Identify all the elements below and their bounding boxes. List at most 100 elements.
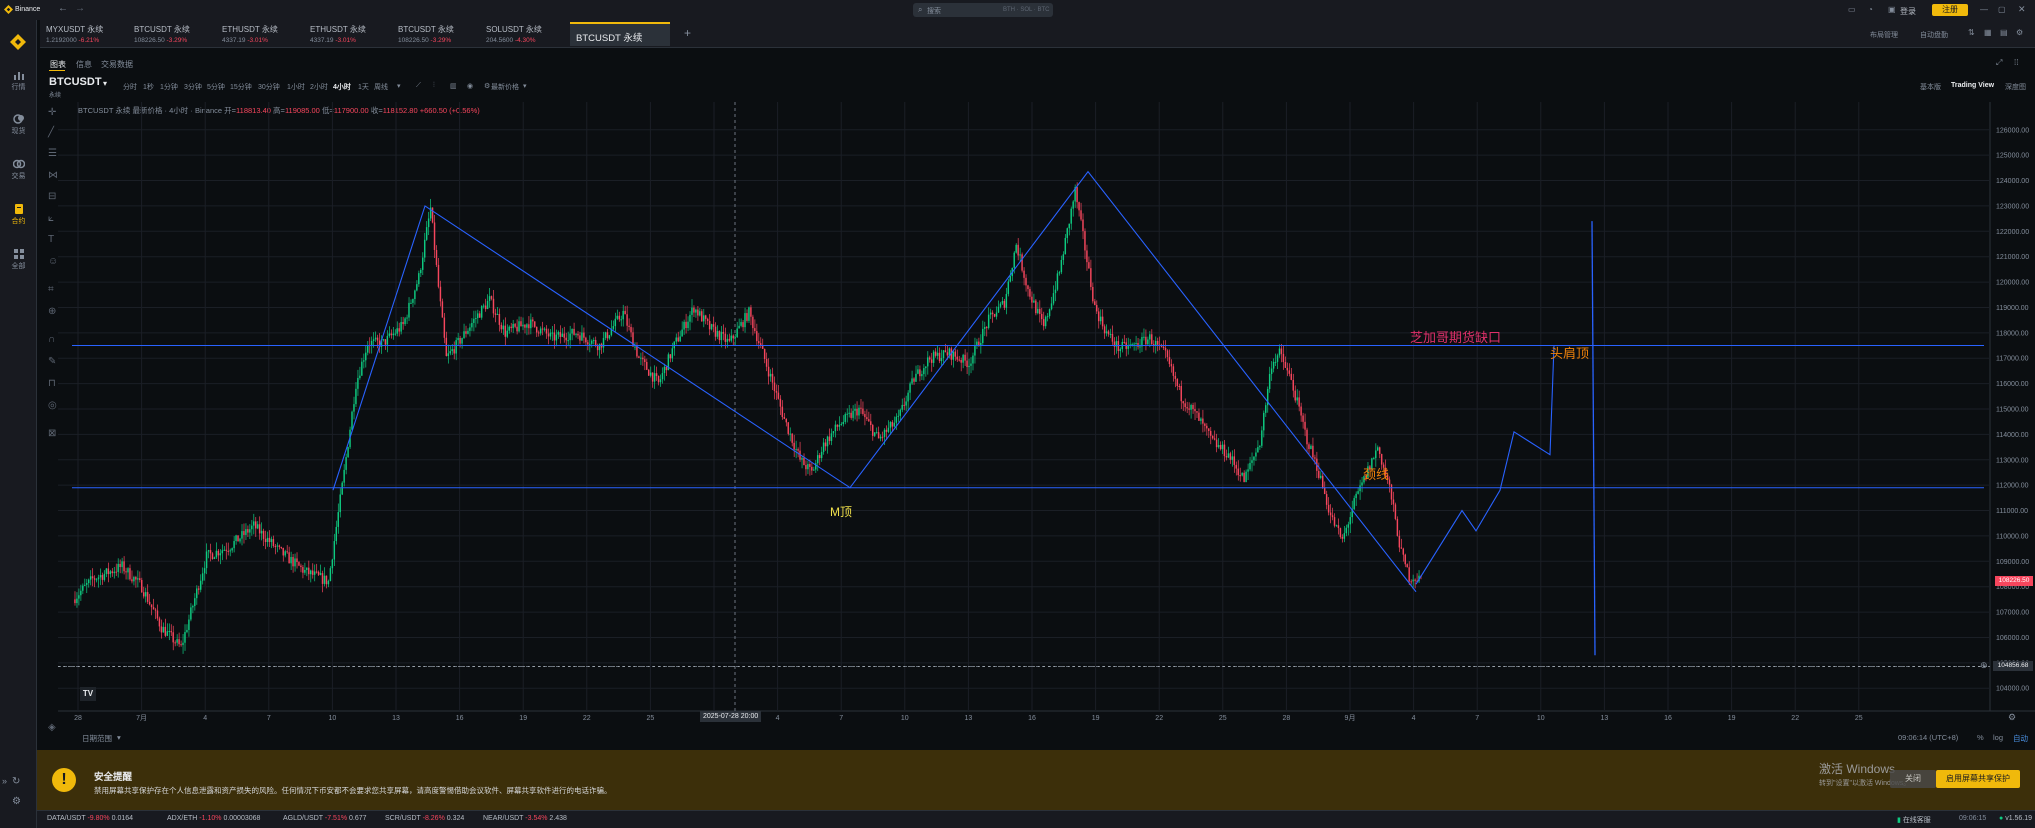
y-tick-label: 123000.00	[1996, 203, 2029, 210]
candle-body	[1219, 444, 1222, 450]
annotation-m-top[interactable]: M顶	[830, 503, 852, 520]
candle-body	[251, 525, 253, 530]
banner-close-button[interactable]: 关闭	[1890, 770, 1936, 788]
candle-body	[917, 369, 919, 374]
candle-body	[606, 332, 609, 339]
ticker-price: 0.324	[446, 815, 465, 822]
candle-body	[1221, 444, 1224, 450]
annotation-head-shoulders[interactable]: 头肩顶	[1550, 343, 1589, 362]
date-range-chevron-icon[interactable]: ▾	[117, 733, 121, 742]
candle-body	[748, 307, 750, 321]
y-tick-label: 117000.00	[1996, 356, 2029, 363]
candle-body	[1168, 357, 1171, 365]
candle-body	[1072, 201, 1074, 209]
candle-body	[1107, 331, 1110, 335]
candle-body	[765, 358, 768, 367]
enable-protection-button[interactable]: 启用屏幕共享保护	[1936, 770, 2020, 788]
x-tick-label: 16	[1028, 715, 1036, 722]
candle-body	[418, 273, 420, 285]
ticker-item[interactable]: ADX/ETH -1.10% 0.00003068	[167, 815, 260, 822]
auto-toggle[interactable]: 自动	[2013, 733, 2028, 744]
candle-body	[1377, 447, 1379, 451]
candle-body	[408, 302, 410, 318]
x-tick-label: 28	[1283, 715, 1291, 722]
candle-body	[805, 465, 807, 470]
add-alert-icon[interactable]: ⊕	[1980, 660, 1988, 671]
candle-body	[614, 318, 617, 327]
settings-icon[interactable]: ⚙	[12, 796, 21, 807]
candle-body	[463, 331, 465, 339]
candle-body	[196, 588, 198, 599]
candle-body	[266, 537, 269, 543]
date-range-button[interactable]: 日期范围	[82, 733, 112, 744]
candle-body	[818, 455, 821, 459]
candle-body	[439, 286, 442, 302]
candle-body	[482, 305, 485, 307]
candle-body	[828, 436, 831, 441]
percent-toggle[interactable]: %	[1977, 733, 1984, 742]
candle-body	[661, 373, 664, 380]
ticker-pair: ADX/ETH	[167, 815, 198, 822]
candle-body	[190, 607, 192, 620]
candle-body	[1196, 411, 1198, 413]
ticker-item[interactable]: AGLD/USDT -7.51% 0.677	[283, 815, 367, 822]
candle-body	[1208, 428, 1210, 431]
refresh-icon[interactable]: ↻	[12, 776, 20, 787]
candle-body	[197, 588, 200, 590]
candle-body	[1249, 462, 1251, 470]
candle-body	[1194, 409, 1196, 412]
candle-body	[484, 305, 487, 310]
expand-icon[interactable]: »	[2, 776, 7, 786]
candle-body	[313, 571, 316, 575]
candle-body	[807, 464, 809, 470]
x-tick-label: 16	[1664, 715, 1672, 722]
candle-body	[795, 449, 797, 451]
candle-body	[927, 357, 929, 367]
ticker-item[interactable]: NEAR/USDT -3.54% 2.438	[483, 815, 567, 822]
candle-body	[1076, 187, 1078, 203]
candle-body	[229, 550, 231, 552]
candle-body	[583, 332, 585, 338]
candle-body	[225, 549, 227, 551]
candle-body	[455, 340, 457, 354]
candle-body	[304, 569, 306, 573]
candle-body	[1078, 202, 1080, 211]
candle-body	[976, 341, 978, 346]
candle-body	[235, 535, 237, 542]
candle-body	[78, 595, 80, 599]
ticker-price: 0.0164	[111, 815, 134, 822]
candle-body	[532, 319, 534, 322]
candle-body	[443, 317, 446, 338]
candle-body	[406, 317, 408, 319]
candle-body	[1302, 415, 1304, 422]
candle-body	[1178, 385, 1181, 387]
x-tick-label: 22	[583, 715, 591, 722]
ticker-item[interactable]: DATA/USDT -9.80% 0.0164	[47, 815, 133, 822]
candle-body	[111, 571, 114, 574]
candle-body	[1097, 311, 1100, 322]
candle-body	[913, 378, 915, 382]
candle-body	[323, 575, 326, 584]
candle-body	[1139, 346, 1141, 348]
candle-body	[836, 424, 839, 427]
candle-body	[854, 408, 856, 411]
candle-body	[779, 398, 782, 407]
log-toggle[interactable]: log	[1993, 733, 2003, 742]
price-chart[interactable]: 126000.00 125000.00 124000.00 123000.00 1220…	[0, 0, 2035, 740]
annotation-neckline[interactable]: 颈线	[1363, 464, 1389, 483]
candle-body	[930, 359, 933, 363]
candle-body	[618, 315, 620, 320]
ticker-item[interactable]: SCR/USDT -8.26% 0.324	[385, 815, 464, 822]
x-tick-label: 7	[267, 715, 271, 722]
y-axis: 126000.00 125000.00 124000.00 123000.00 1220…	[1996, 127, 2029, 692]
candle-body	[233, 541, 235, 549]
candle-body	[769, 373, 772, 377]
candle-body	[1337, 525, 1340, 529]
annotation-cme-gap[interactable]: 芝加哥期货缺口	[1410, 327, 1501, 346]
axis-settings-icon[interactable]: ⚙	[2008, 712, 2016, 723]
candle-body	[840, 424, 843, 426]
crosshair-date-tag: 2025-07-28 20:00	[700, 711, 762, 722]
candle-body	[1025, 277, 1027, 286]
online-support-link[interactable]: ▮ 在线客服	[1897, 815, 1931, 825]
candle-body	[219, 553, 222, 556]
